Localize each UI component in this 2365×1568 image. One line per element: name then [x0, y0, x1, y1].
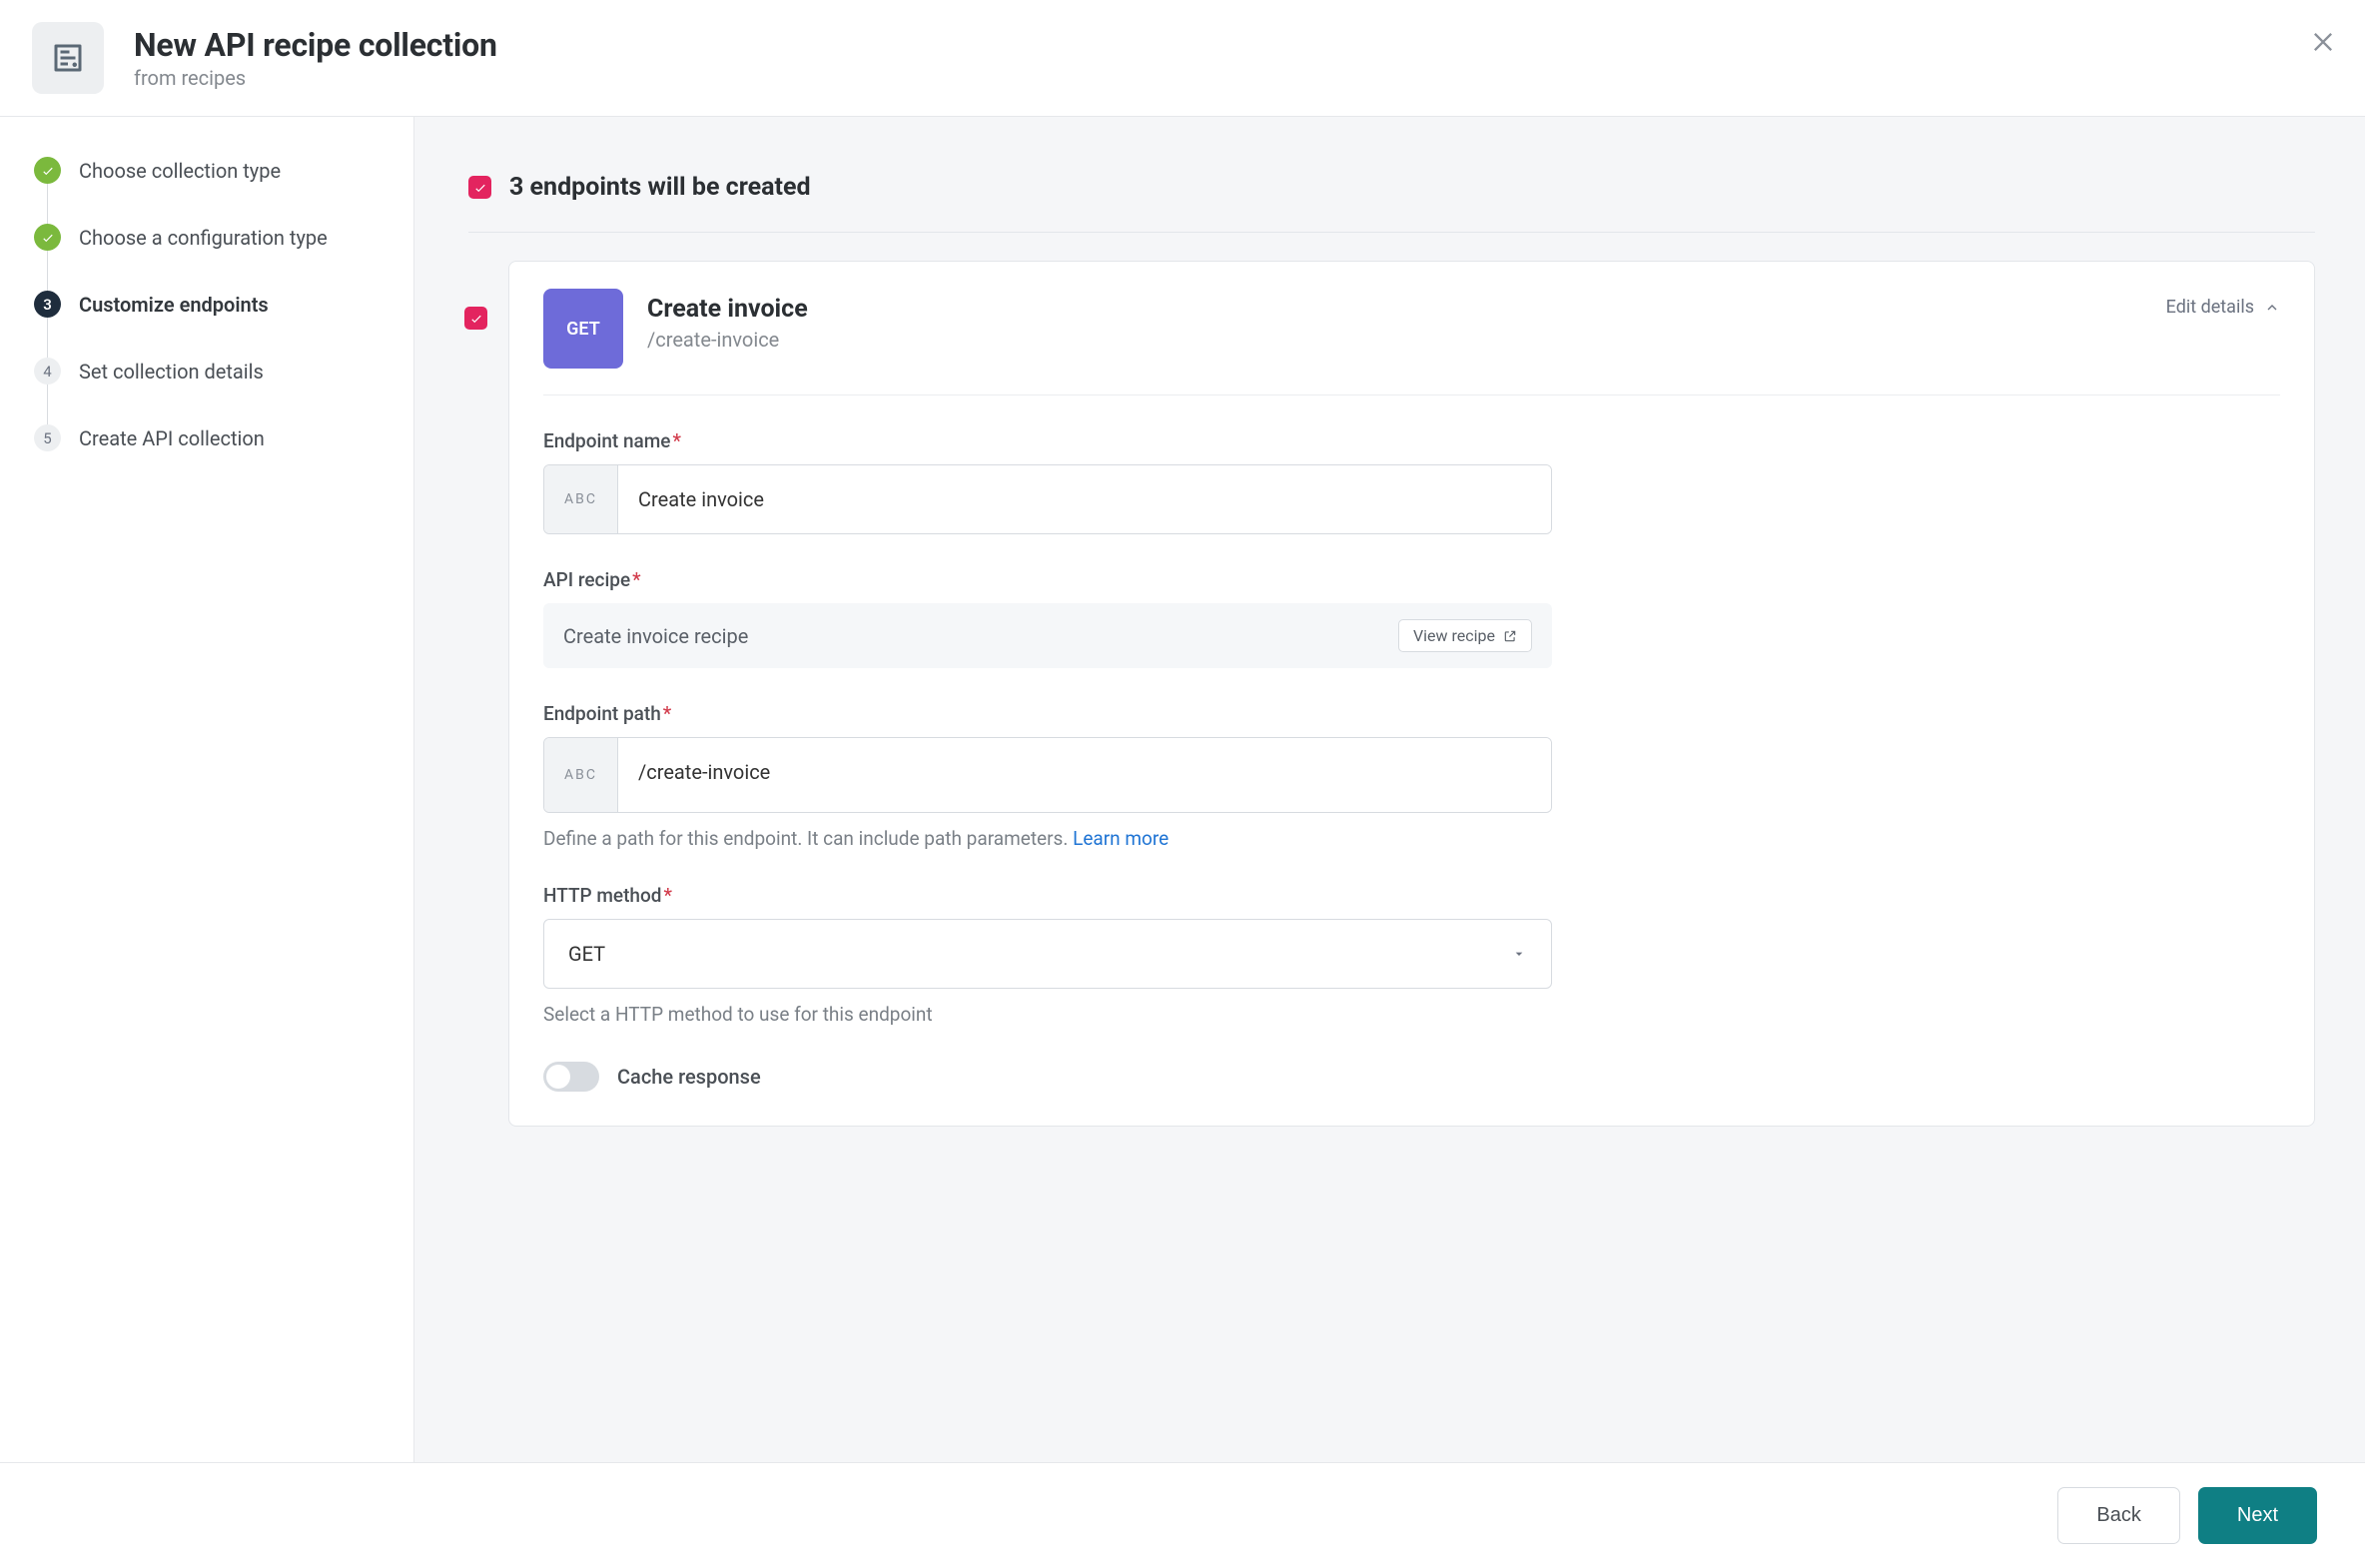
step-set-collection-details[interactable]: 4 Set collection details — [34, 358, 380, 385]
back-button[interactable]: Back — [2057, 1487, 2179, 1544]
modal-footer: Back Next — [0, 1462, 2365, 1568]
edit-details-toggle[interactable]: Edit details — [2166, 289, 2280, 318]
endpoint-path: /create-invoice — [647, 328, 2142, 352]
next-button[interactable]: Next — [2198, 1487, 2317, 1544]
step-customize-endpoints[interactable]: 3 Customize endpoints — [34, 291, 380, 318]
close-button[interactable] — [2309, 28, 2337, 56]
cache-toggle[interactable] — [543, 1062, 599, 1092]
check-icon — [34, 224, 61, 251]
chevron-up-icon — [2264, 300, 2280, 316]
caret-down-icon — [1511, 946, 1527, 962]
step-label: Set collection details — [79, 360, 264, 384]
step-label: Customize endpoints — [79, 293, 269, 317]
collection-icon — [32, 22, 104, 94]
main-content: 3 endpoints will be created GET Create i… — [414, 117, 2365, 1462]
page-subtitle: from recipes — [134, 66, 497, 90]
endpoint-path-helper: Define a path for this endpoint. It can … — [543, 827, 2280, 850]
external-link-icon — [1503, 629, 1517, 643]
learn-more-link[interactable]: Learn more — [1073, 827, 1169, 850]
http-method-badge: GET — [543, 289, 623, 369]
endpoint-name-input[interactable] — [618, 465, 1551, 533]
page-title: New API recipe collection — [134, 26, 497, 64]
check-icon — [34, 157, 61, 184]
endpoint-name-label: Endpoint name* — [543, 429, 2280, 452]
steps-sidebar: Choose collection type Choose a configur… — [0, 117, 414, 1462]
http-method-select[interactable]: GET — [543, 919, 1552, 989]
select-all-checkbox[interactable] — [468, 176, 491, 199]
api-recipe-label: API recipe* — [543, 568, 2280, 591]
step-label: Create API collection — [79, 426, 265, 450]
close-icon — [2309, 28, 2337, 56]
text-type-icon: ABC — [544, 738, 618, 812]
modal-header: New API recipe collection from recipes — [0, 0, 2365, 117]
text-type-icon: ABC — [544, 465, 618, 533]
cache-label: Cache response — [617, 1065, 761, 1089]
step-choose-configuration-type[interactable]: Choose a configuration type — [34, 224, 380, 251]
endpoints-summary: 3 endpoints will be created — [509, 173, 811, 202]
http-method-helper: Select a HTTP method to use for this end… — [543, 1003, 2280, 1026]
endpoint-checkbox[interactable] — [464, 307, 487, 330]
step-label: Choose collection type — [79, 159, 281, 183]
endpoint-card: GET Create invoice /create-invoice Edit … — [508, 261, 2315, 1127]
step-number: 3 — [34, 291, 61, 318]
step-create-api-collection[interactable]: 5 Create API collection — [34, 424, 380, 451]
step-choose-collection-type[interactable]: Choose collection type — [34, 157, 380, 184]
http-method-value: GET — [568, 942, 605, 966]
endpoint-title: Create invoice — [647, 295, 2142, 324]
step-number: 5 — [34, 424, 61, 451]
api-recipe-field: Create invoice recipe View recipe — [543, 603, 1552, 668]
step-label: Choose a configuration type — [79, 226, 328, 250]
view-recipe-button[interactable]: View recipe — [1398, 619, 1532, 652]
endpoint-path-input[interactable]: /create-invoice — [618, 738, 1551, 812]
step-number: 4 — [34, 358, 61, 385]
edit-details-label: Edit details — [2166, 297, 2254, 318]
http-method-label: HTTP method* — [543, 884, 2280, 907]
endpoint-path-label: Endpoint path* — [543, 702, 2280, 725]
api-recipe-value: Create invoice recipe — [563, 624, 748, 648]
